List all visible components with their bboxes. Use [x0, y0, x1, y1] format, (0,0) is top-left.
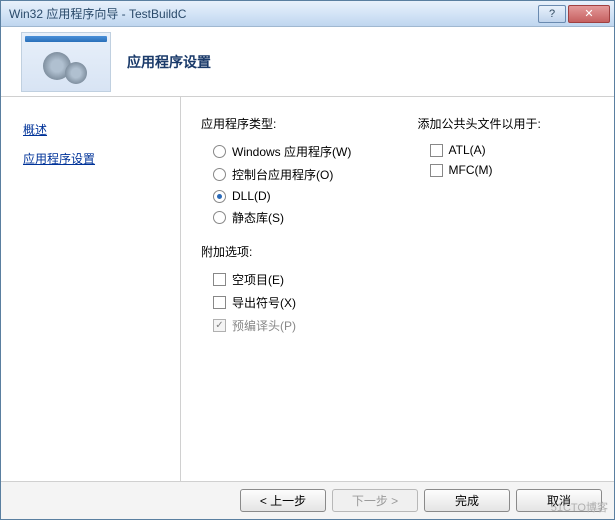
close-button[interactable]: ✕ [568, 5, 610, 23]
common-headers-options: ATL(A) MFC(M) [430, 140, 595, 180]
checkbox-atl[interactable]: ATL(A) [430, 140, 595, 160]
additional-options: 空项目(E) 导出符号(X) 预编译头(P) [213, 268, 378, 337]
footer: < 上一步 下一步 > 完成 取消 [1, 481, 614, 519]
checkbox-icon [430, 144, 443, 157]
common-headers-label: 添加公共头文件以用于: [418, 115, 595, 132]
radio-icon [213, 211, 226, 224]
checkbox-mfc[interactable]: MFC(M) [430, 160, 595, 180]
radio-console-app[interactable]: 控制台应用程序(O) [213, 163, 378, 186]
checkbox-icon [213, 273, 226, 286]
help-button[interactable]: ? [538, 5, 566, 23]
prev-button[interactable]: < 上一步 [240, 489, 326, 512]
sidebar-item-settings[interactable]: 应用程序设置 [23, 144, 180, 173]
cancel-button[interactable]: 取消 [516, 489, 602, 512]
sidebar: 概述 应用程序设置 [1, 97, 181, 481]
next-button: 下一步 > [332, 489, 418, 512]
title-buttons: ? ✕ [538, 5, 610, 23]
left-column: 应用程序类型: Windows 应用程序(W) 控制台应用程序(O) DLL(D… [201, 115, 378, 463]
checkbox-icon [430, 164, 443, 177]
checkbox-export-symbols[interactable]: 导出符号(X) [213, 291, 378, 314]
checkbox-icon [213, 319, 226, 332]
radio-icon [213, 168, 226, 181]
page-title: 应用程序设置 [127, 52, 211, 72]
wizard-dialog: Win32 应用程序向导 - TestBuildC ? ✕ 应用程序设置 概述 … [0, 0, 615, 520]
checkbox-precompiled-header: 预编译头(P) [213, 314, 378, 337]
body: 概述 应用程序设置 应用程序类型: Windows 应用程序(W) 控制台应用程… [1, 97, 614, 481]
radio-static-lib[interactable]: 静态库(S) [213, 206, 378, 229]
header: 应用程序设置 [1, 27, 614, 97]
app-type-label: 应用程序类型: [201, 115, 378, 132]
radio-windows-app[interactable]: Windows 应用程序(W) [213, 140, 378, 163]
finish-button[interactable]: 完成 [424, 489, 510, 512]
checkbox-icon [213, 296, 226, 309]
radio-icon [213, 145, 226, 158]
gear-icon [65, 62, 87, 84]
window-title: Win32 应用程序向导 - TestBuildC [9, 5, 538, 22]
content: 应用程序类型: Windows 应用程序(W) 控制台应用程序(O) DLL(D… [181, 97, 614, 481]
sidebar-item-overview[interactable]: 概述 [23, 115, 180, 144]
radio-icon [213, 190, 226, 203]
app-type-options: Windows 应用程序(W) 控制台应用程序(O) DLL(D) 静态库(S) [213, 140, 378, 229]
additional-options-label: 附加选项: [201, 243, 378, 260]
checkbox-empty-project[interactable]: 空项目(E) [213, 268, 378, 291]
wizard-icon [21, 32, 111, 92]
right-column: 添加公共头文件以用于: ATL(A) MFC(M) [418, 115, 595, 463]
radio-dll[interactable]: DLL(D) [213, 186, 378, 206]
titlebar: Win32 应用程序向导 - TestBuildC ? ✕ [1, 1, 614, 27]
